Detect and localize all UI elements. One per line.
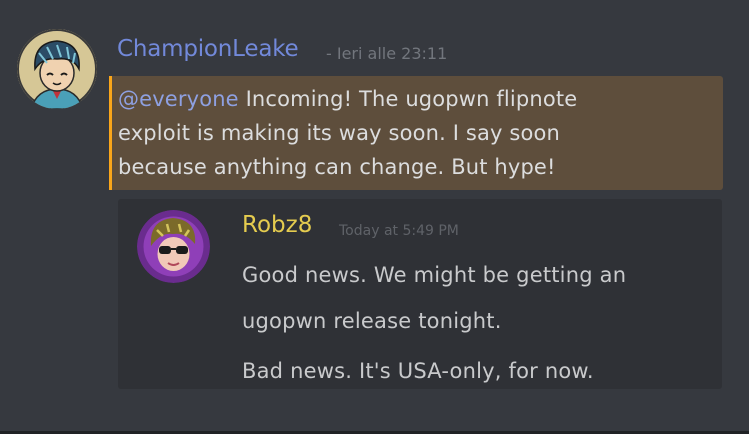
quoted-timestamp: Today at 5:49 PM (339, 223, 459, 239)
quoted-line: Bad news. It's USA-only, for now. (242, 359, 594, 383)
quoted-line: ugopwn release tonight. (242, 309, 502, 333)
message-line: Incoming! The ugopwn flipnote (238, 87, 578, 111)
author-avatar[interactable] (17, 29, 97, 109)
quoted-author-name: Robz8 (242, 212, 313, 238)
quoted-author-avatar (137, 210, 210, 283)
quoted-line: Good news. We might be getting an (242, 263, 627, 287)
message-line: because anything can change. But hype! (118, 155, 556, 179)
author-name[interactable]: ChampionLeake (117, 36, 299, 62)
message-content: @everyone Incoming! The ugopwn flipnote … (118, 82, 718, 184)
cartoon-avatar-icon (17, 29, 97, 109)
cartoon-avatar-icon (137, 210, 210, 283)
chat-frame: ChampionLeake - Ieri alle 23:11 @everyon… (0, 0, 749, 434)
message-timestamp: - Ieri alle 23:11 (326, 44, 448, 63)
mention-everyone[interactable]: @everyone (118, 87, 239, 111)
message-line: exploit is making its way soon. I say so… (118, 121, 560, 145)
